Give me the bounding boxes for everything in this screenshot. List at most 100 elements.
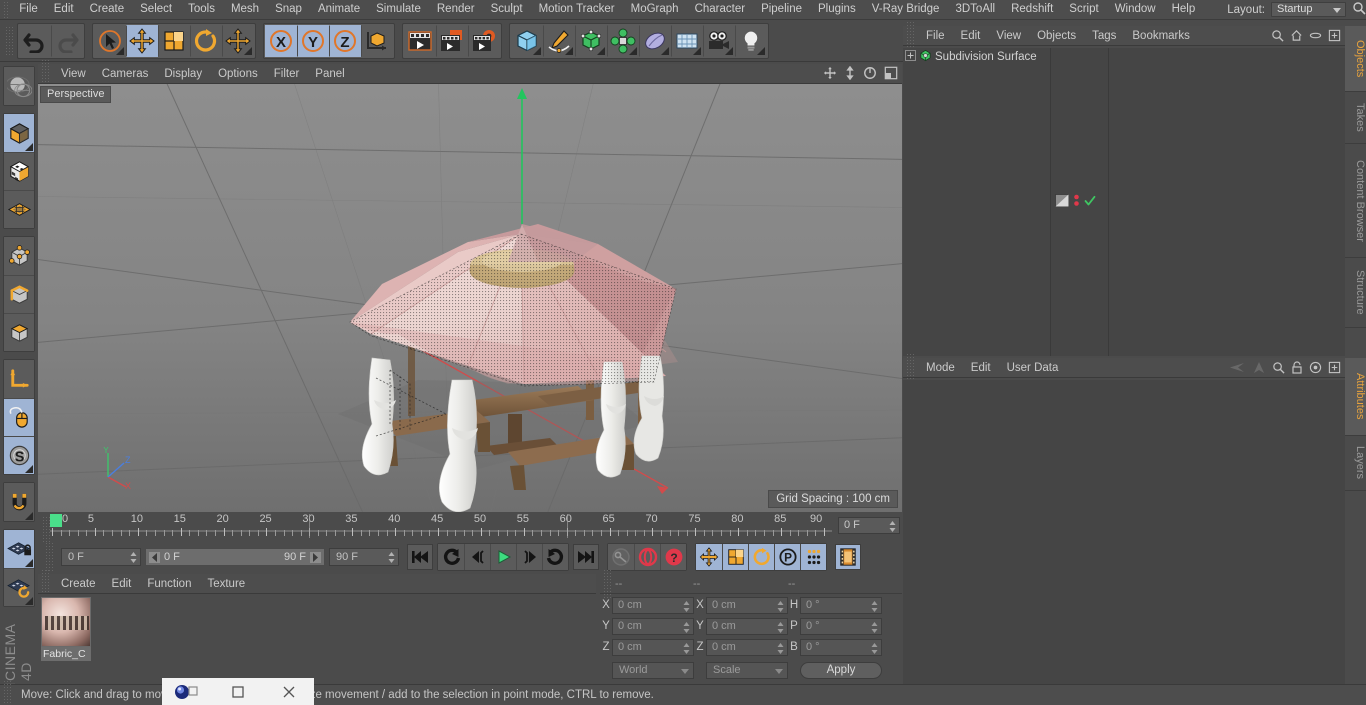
camera-button[interactable]: [703, 24, 735, 57]
material-menu-create[interactable]: Create: [53, 575, 104, 593]
menu-item-animate[interactable]: Animate: [310, 0, 368, 19]
object-manager-empty-area[interactable]: [1109, 48, 1345, 356]
floor-scene-button[interactable]: [671, 24, 703, 57]
point-cache-tag-icon[interactable]: [1072, 194, 1081, 210]
polygons-mode-icon[interactable]: [4, 313, 34, 351]
tab-takes[interactable]: Takes: [1345, 92, 1366, 144]
rotation-key-button[interactable]: [748, 544, 774, 570]
menu-item-tools[interactable]: Tools: [180, 0, 223, 19]
move-alt-tool-button[interactable]: [222, 24, 254, 57]
app-blue-orb-icon[interactable]: [162, 678, 213, 705]
lock-icon[interactable]: [1291, 361, 1303, 377]
position-x-field[interactable]: 0 cm: [612, 596, 694, 614]
render-view-button[interactable]: [404, 24, 436, 57]
spinner-icon[interactable]: [683, 621, 690, 633]
world-globe-icon[interactable]: [4, 67, 34, 105]
object-menu-edit[interactable]: Edit: [953, 27, 989, 45]
menu-item-simulate[interactable]: Simulate: [368, 0, 429, 19]
scale-tool-button[interactable]: [158, 24, 190, 57]
viewport-3d-canvas[interactable]: Perspective Grid Spacing : 100 cm Y X Z: [38, 84, 902, 512]
menu-item-mesh[interactable]: Mesh: [223, 0, 267, 19]
rotate-tool-button[interactable]: [190, 24, 222, 57]
position-key-button[interactable]: [696, 544, 722, 570]
points-mode-icon[interactable]: [4, 237, 34, 275]
menu-item-pipeline[interactable]: Pipeline: [753, 0, 810, 19]
deformer-button[interactable]: [607, 24, 639, 57]
range-end-handle[interactable]: [310, 552, 321, 563]
menu-item-sculpt[interactable]: Sculpt: [483, 0, 531, 19]
light-button[interactable]: [735, 24, 767, 57]
move-tool-button[interactable]: [126, 24, 158, 57]
go-to-end-button[interactable]: [573, 544, 599, 570]
viewport-menu-view[interactable]: View: [53, 65, 94, 83]
menu-item-create[interactable]: Create: [82, 0, 133, 19]
tab-content-browser[interactable]: Content Browser: [1345, 144, 1366, 258]
generator-button[interactable]: [575, 24, 607, 57]
play-forward-loop-button[interactable]: [542, 544, 568, 570]
undo-button[interactable]: [19, 24, 51, 57]
viewport-menu-options[interactable]: Options: [210, 65, 266, 83]
spinner-icon[interactable]: [683, 600, 690, 612]
texture-tag-icon[interactable]: [1055, 194, 1069, 210]
step-forward-button[interactable]: [516, 544, 542, 570]
viewport-menu-cameras[interactable]: Cameras: [94, 65, 157, 83]
attribute-manager-body[interactable]: [903, 380, 1345, 684]
timeline-playhead[interactable]: [50, 514, 62, 527]
world-object-coordinate-button[interactable]: [361, 24, 393, 57]
workplane-lock-icon[interactable]: [4, 530, 34, 568]
ellipse-icon[interactable]: [1309, 29, 1322, 45]
menu-item-render[interactable]: Render: [429, 0, 483, 19]
viewport-rotate-icon[interactable]: [863, 66, 877, 83]
rotation-b-field[interactable]: 0 °: [800, 638, 882, 656]
object-menu-view[interactable]: View: [988, 27, 1029, 45]
keyframe-selection-button[interactable]: ?: [660, 544, 686, 570]
spline-pen-button[interactable]: [543, 24, 575, 57]
end-frame-field[interactable]: 90 F: [329, 548, 399, 566]
plus-expand-icon[interactable]: [905, 49, 916, 64]
menu-item-window[interactable]: Window: [1107, 0, 1164, 19]
current-frame-field[interactable]: 0 F: [61, 548, 141, 566]
primitive-cube-button[interactable]: [511, 24, 543, 57]
check-mark-icon[interactable]: [1084, 195, 1096, 210]
timeline-current-frame-field[interactable]: 0 F: [838, 517, 900, 534]
object-menu-file[interactable]: File: [918, 27, 953, 45]
viewport-move-icon[interactable]: [823, 66, 837, 83]
position-y-field[interactable]: 0 cm: [612, 617, 694, 635]
tab-attributes[interactable]: Attributes: [1345, 358, 1366, 436]
layout-select[interactable]: Startup: [1271, 2, 1346, 17]
size-z-field[interactable]: 0 cm: [706, 638, 788, 656]
scale-key-button[interactable]: [722, 544, 748, 570]
texture-mode-icon[interactable]: [4, 152, 34, 190]
magnet-icon[interactable]: [4, 483, 34, 521]
transform-mode-dropdown[interactable]: Scale: [706, 661, 788, 679]
menu-item-mograph[interactable]: MoGraph: [623, 0, 687, 19]
menu-item-vray-bridge[interactable]: V-Ray Bridge: [864, 0, 948, 19]
menu-item-select[interactable]: Select: [132, 0, 180, 19]
search-icon[interactable]: [1272, 361, 1285, 377]
spinner-icon[interactable]: [777, 600, 784, 612]
environment-button[interactable]: [639, 24, 671, 57]
object-menu-objects[interactable]: Objects: [1029, 27, 1084, 45]
spinner-icon[interactable]: [130, 552, 137, 563]
tab-structure[interactable]: Structure: [1345, 258, 1366, 328]
menu-item-motion-tracker[interactable]: Motion Tracker: [531, 0, 623, 19]
object-manager-body[interactable]: Subdivision Surface: [903, 48, 1345, 356]
polygon-grid-icon[interactable]: [4, 190, 34, 228]
material-list[interactable]: Fabric_C: [38, 594, 596, 684]
restore-window-icon[interactable]: [213, 678, 264, 705]
spinner-icon[interactable]: [871, 621, 878, 633]
coordinate-system-dropdown[interactable]: World: [612, 661, 694, 679]
rotation-p-field[interactable]: 0 °: [800, 617, 882, 635]
tab-layers[interactable]: Layers: [1345, 436, 1366, 491]
render-settings-button[interactable]: [468, 24, 500, 57]
point-level-animation-button[interactable]: [800, 544, 826, 570]
attribute-menu-edit[interactable]: Edit: [963, 359, 999, 377]
search-icon[interactable]: [1271, 29, 1284, 45]
object-row-subdivision-surface[interactable]: Subdivision Surface: [903, 48, 1050, 65]
spinner-icon[interactable]: [871, 642, 878, 654]
viewport-menu-panel[interactable]: Panel: [307, 65, 352, 83]
plus-box-icon[interactable]: [1328, 29, 1341, 45]
home-icon[interactable]: [1290, 29, 1303, 45]
soft-selection-icon[interactable]: S: [4, 436, 34, 474]
object-tags-column[interactable]: [1051, 48, 1109, 356]
